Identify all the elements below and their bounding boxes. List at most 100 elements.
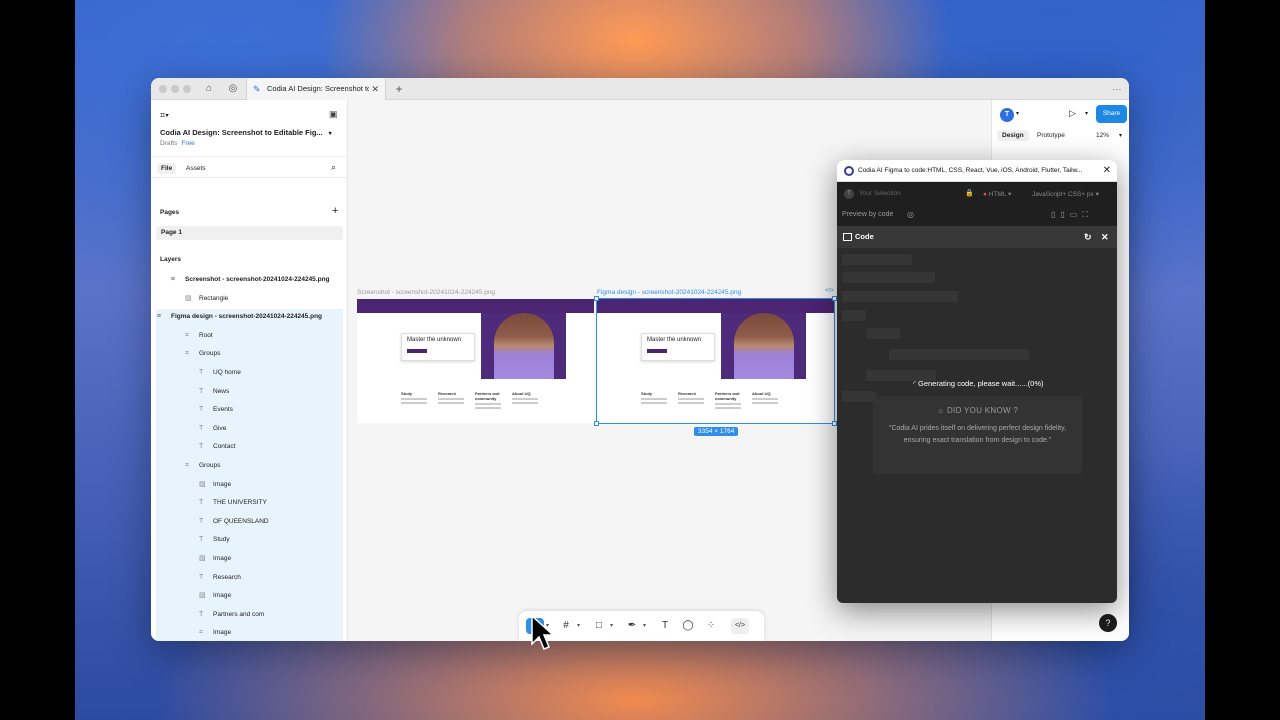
user-avatar: T bbox=[844, 189, 854, 199]
window-minimize-dot[interactable] bbox=[171, 85, 179, 93]
framework-select[interactable]: ● HTML ▾ bbox=[983, 190, 1011, 198]
layer-item[interactable]: ⌗ Groups bbox=[185, 457, 220, 475]
window-zoom-dot[interactable] bbox=[183, 85, 191, 93]
text-icon: T bbox=[199, 499, 204, 507]
skeleton-line bbox=[842, 254, 912, 265]
close-icon[interactable]: ✕ bbox=[1101, 226, 1109, 248]
frame-icon: ⌗ bbox=[157, 313, 161, 321]
skeleton-line bbox=[842, 272, 935, 283]
chevron-down-icon[interactable]: ▾ bbox=[1085, 110, 1088, 117]
resize-handle-tl[interactable] bbox=[594, 296, 599, 301]
chevron-down-icon[interactable]: ▾ bbox=[1016, 110, 1019, 117]
layer-item[interactable]: ⌗ Figma design - screenshot-20241024-2242… bbox=[157, 308, 322, 326]
tab-design[interactable]: Design bbox=[997, 130, 1029, 141]
image-icon: ▨ bbox=[185, 294, 192, 302]
actions-tool-icon[interactable]: ⁘ bbox=[702, 618, 720, 634]
text-icon: T bbox=[199, 573, 204, 581]
add-page-button[interactable]: + bbox=[332, 205, 338, 217]
rectangle-tool-icon[interactable]: □ bbox=[590, 618, 608, 634]
close-icon[interactable]: ✕ bbox=[369, 78, 379, 100]
did-you-know-card: ☼ DID YOU KNOW ? "Codia AI prides itself… bbox=[873, 396, 1082, 474]
layer-item[interactable]: ▨ Image bbox=[199, 587, 231, 605]
image-icon: ▨ bbox=[199, 592, 206, 600]
zoom-level[interactable]: 12% bbox=[1096, 132, 1109, 139]
text-icon: T bbox=[199, 443, 204, 451]
home-icon[interactable]: ⌂ bbox=[201, 81, 217, 97]
layer-label: OF QUEENSLAND bbox=[213, 517, 269, 525]
frame-tool-icon[interactable]: # bbox=[557, 618, 575, 634]
skeleton-line bbox=[866, 328, 900, 339]
layer-item[interactable]: T Partners and com bbox=[199, 606, 264, 624]
layer-item[interactable]: T News bbox=[199, 383, 229, 401]
site-nav-bar bbox=[357, 299, 594, 313]
sidebar-toggle-icon[interactable]: ▣ bbox=[329, 109, 338, 120]
text-icon: T bbox=[199, 369, 204, 376]
layer-item[interactable]: T Events bbox=[199, 401, 233, 419]
globe-icon[interactable]: ◎ bbox=[225, 81, 241, 97]
window-close-dot[interactable] bbox=[159, 85, 167, 93]
layer-item[interactable]: T Contact bbox=[199, 438, 235, 456]
layer-item[interactable]: T UQ home bbox=[199, 364, 241, 382]
resize-handle-bl[interactable] bbox=[594, 421, 599, 426]
comment-tool-icon[interactable]: ◯ bbox=[679, 618, 697, 634]
layer-label: Give bbox=[213, 424, 227, 432]
figma-menu-icon[interactable]: ⌗▾ bbox=[160, 110, 169, 121]
tab-file[interactable]: File bbox=[157, 163, 177, 174]
help-button[interactable]: ? bbox=[1099, 614, 1117, 632]
codia-plugin-window: Codia AI Figma to code:HTML, CSS, React,… bbox=[837, 160, 1117, 603]
column-research: Research bbox=[438, 387, 468, 417]
new-tab-button[interactable]: + bbox=[391, 81, 407, 97]
skeleton-line bbox=[889, 349, 1029, 360]
layer-item[interactable]: T Research bbox=[199, 569, 241, 587]
layer-label: Image bbox=[213, 555, 232, 562]
chevron-down-icon[interactable]: ▾ bbox=[610, 618, 613, 634]
layer-item[interactable]: T Study bbox=[199, 531, 230, 549]
chevron-down-icon[interactable]: ▾ bbox=[1119, 132, 1122, 139]
share-button[interactable]: Share bbox=[1096, 105, 1127, 123]
layer-item[interactable]: ⌗ Groups bbox=[185, 345, 220, 363]
layer-item[interactable]: ▨ Image bbox=[199, 476, 231, 494]
frame1-label[interactable]: Screenshot - screenshot-20241024-224245.… bbox=[357, 289, 495, 296]
close-icon[interactable]: ✕ bbox=[1098, 160, 1111, 181]
present-icon[interactable]: ▷ bbox=[1069, 108, 1076, 119]
hero-card: Master the unknown bbox=[401, 333, 475, 361]
info-columns: Study Research Partners and community Ab… bbox=[401, 387, 551, 417]
layer-label: Research bbox=[213, 573, 241, 581]
layer-label: Root bbox=[199, 331, 213, 339]
tab-prototype[interactable]: Prototype bbox=[1032, 130, 1070, 141]
layer-item[interactable]: T OF QUEENSLAND bbox=[199, 513, 269, 531]
frame2-label[interactable]: Figma design - screenshot-20241024-22424… bbox=[597, 289, 741, 296]
pen-tool-icon[interactable]: ✒ bbox=[623, 618, 641, 634]
chevron-down-icon[interactable]: ▾ bbox=[643, 618, 646, 634]
tab-codia-design[interactable]: ✎ Codia AI Design: Screenshot to E ✕ bbox=[246, 78, 386, 100]
size-tag: 3354 × 1764 bbox=[694, 427, 739, 436]
layer-label: Groups bbox=[199, 462, 221, 469]
layer-item[interactable]: ⌗ Root bbox=[185, 327, 213, 345]
layer-item[interactable]: T THE UNIVERSITY bbox=[199, 494, 267, 512]
avatar[interactable]: T bbox=[1000, 108, 1014, 122]
screenshot-frame[interactable]: Master the unknown Study Research Partne… bbox=[357, 299, 594, 423]
drafts-label: Drafts bbox=[160, 140, 178, 147]
more-menu-button[interactable]: ··· bbox=[1109, 81, 1125, 97]
device-icons[interactable]: ▯▯▭⛶ bbox=[1051, 210, 1093, 220]
globe-icon[interactable]: ◎ bbox=[907, 210, 914, 219]
frame-icon: ⌗ bbox=[199, 629, 203, 637]
text-tool-icon[interactable]: T bbox=[656, 618, 674, 634]
column-partners: Partners and community bbox=[475, 387, 505, 417]
search-icon[interactable]: ⌕ bbox=[331, 162, 336, 173]
file-title[interactable]: Codia AI Design: Screenshot to Editable … bbox=[160, 128, 332, 137]
layer-item[interactable]: ▨ Image bbox=[199, 550, 231, 568]
refresh-icon[interactable]: ↻ bbox=[1084, 226, 1092, 248]
layer-label: Rectangle bbox=[199, 294, 229, 302]
layer-item[interactable]: ⌗ Image bbox=[199, 624, 231, 641]
chevron-down-icon[interactable]: ▾ bbox=[577, 618, 580, 634]
layer-label: THE UNIVERSITY bbox=[213, 499, 267, 507]
plugin-title: Codia AI Figma to code:HTML, CSS, React,… bbox=[858, 167, 1083, 174]
layer-item[interactable]: T Give bbox=[199, 420, 226, 438]
tab-assets[interactable]: Assets bbox=[182, 163, 210, 174]
layer-item[interactable]: ⌗ Screenshot - screenshot-20241024-224245… bbox=[171, 271, 330, 289]
dev-mode-icon[interactable]: </> bbox=[731, 618, 749, 634]
page-item[interactable]: Page 1 bbox=[156, 226, 343, 240]
layer-item[interactable]: ▨ Rectangle bbox=[185, 290, 228, 308]
language-select[interactable]: JavaScript+ CSS+ px ▾ bbox=[1032, 190, 1099, 198]
